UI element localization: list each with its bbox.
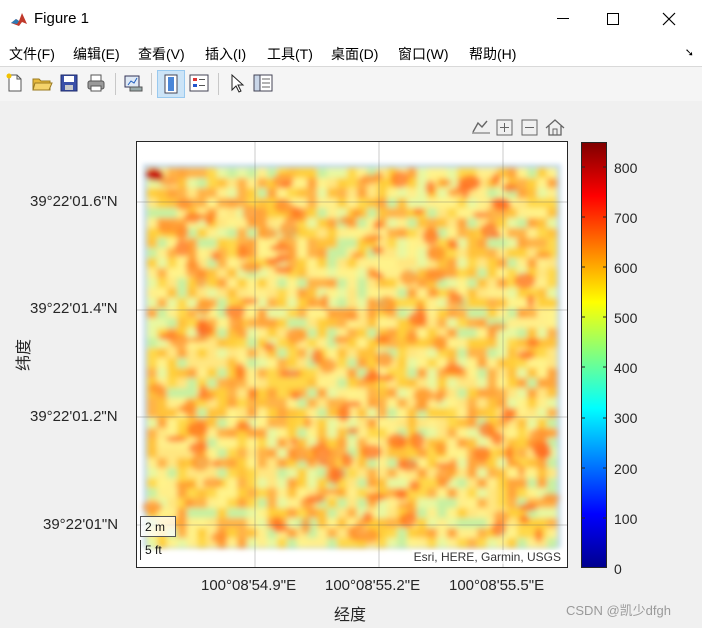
export-icon[interactable] [472,120,490,134]
colorbar-ticks [581,166,607,568]
legend-toggle-icon[interactable] [188,72,210,94]
colorbar-tick-label: 700 [614,210,638,226]
map-attribution: Esri, HERE, Garmin, USGS [411,550,563,564]
save-icon[interactable] [58,72,80,94]
colorbar-toggle-button[interactable] [157,70,185,98]
minimize-icon [557,18,569,19]
dock-arrow-icon[interactable]: ➘ [685,46,694,59]
colorbar-tick-label: 100 [614,511,638,527]
menu-edit[interactable]: 编辑(E) [73,44,120,64]
figure-toolbar [0,66,702,102]
close-button[interactable] [646,0,692,38]
colorbar-tick-label: 400 [614,360,638,376]
menu-tools[interactable]: 工具(T) [267,44,313,64]
colorbar-tick-label: 800 [614,160,638,176]
csdn-watermark: CSDN @凯少dfgh [566,603,671,618]
toolbar-separator [218,73,219,95]
menu-window[interactable]: 窗口(W) [398,44,449,64]
close-icon [662,12,676,26]
menu-insert[interactable]: 插入(I) [205,44,246,64]
menu-file[interactable]: 文件(F) [9,44,55,64]
menu-help[interactable]: 帮助(H) [469,44,516,64]
x-axis-title: 经度 [334,607,367,624]
x-tick-label: 100°08'55.5"E [449,577,545,594]
zoom-in-icon[interactable] [496,119,513,136]
y-tick-label: 39°22'01.6"N [30,193,118,210]
colorbar-tick-label: 200 [614,461,638,477]
colorbar-tick-label: 500 [614,310,638,326]
scale-bar-feet: 5 ft [140,540,162,560]
toolbar-separator [151,73,152,95]
colorbar-tick-label: 600 [614,260,638,276]
map-axes[interactable]: Esri, HERE, Garmin, USGS [136,141,568,568]
y-tick-label: 39°22'01.4"N [30,300,118,317]
maximize-button[interactable] [590,0,636,38]
minimize-button[interactable] [540,0,586,38]
toolbar-separator [115,73,116,95]
scale-bar-meters: 2 m [140,516,176,537]
menu-bar: 文件(F) 编辑(E) 查看(V) 插入(I) 工具(T) 桌面(D) 窗口(W… [0,38,702,66]
x-tick-label: 100°08'55.2"E [325,577,421,594]
maximize-icon [607,13,619,25]
title-bar: Figure 1 [0,0,702,38]
matlab-logo-icon [10,10,28,28]
pointer-icon[interactable] [226,72,248,94]
y-axis-title: 纬度 [16,338,33,371]
print-icon[interactable] [85,72,107,94]
axes-toolbar [472,119,565,136]
colorbar-tick-label: 300 [614,410,638,426]
new-figure-icon[interactable] [4,72,26,94]
x-tick-label: 100°08'54.9"E [201,577,297,594]
heatmap-raster [137,142,567,567]
menu-desktop[interactable]: 桌面(D) [331,44,378,64]
open-icon[interactable] [31,72,53,94]
zoom-out-icon[interactable] [521,119,538,136]
home-icon[interactable] [545,119,565,136]
menu-view[interactable]: 查看(V) [138,44,185,64]
link-plot-icon[interactable] [122,72,144,94]
colorbar-toggle-icon [164,74,178,94]
y-tick-label: 39°22'01"N [43,516,119,533]
y-tick-label: 39°22'01.2"N [30,408,118,425]
window-title: Figure 1 [34,10,90,27]
property-inspector-icon[interactable] [252,72,274,94]
colorbar-tick-label: 0 [614,561,622,577]
